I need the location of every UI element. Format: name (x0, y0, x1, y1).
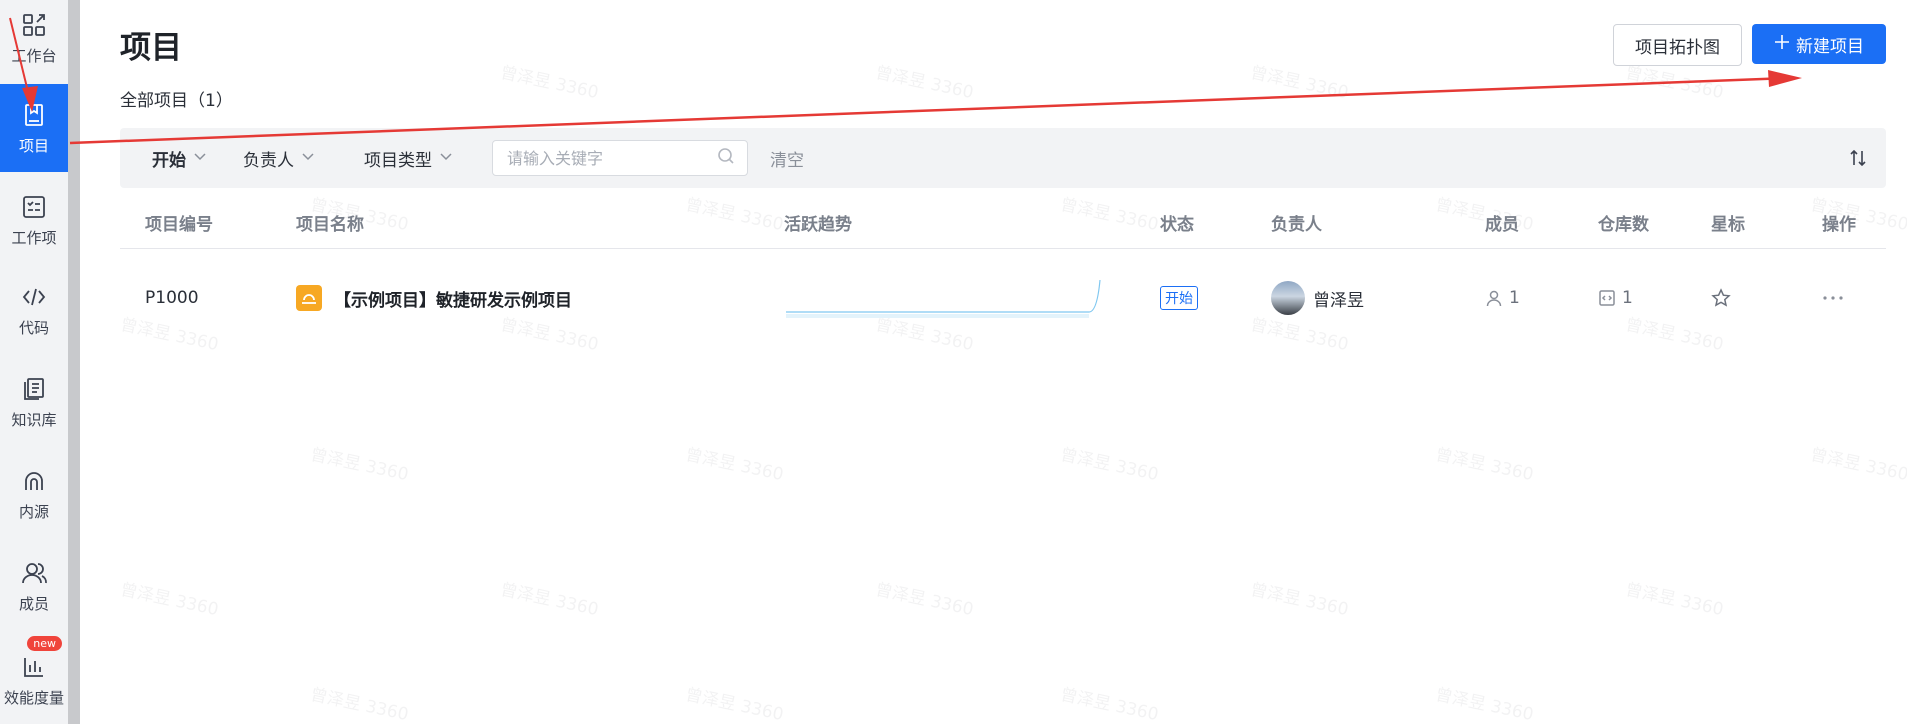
watermark: 曾泽昱 3360 (1058, 684, 1161, 725)
watermark: 曾泽昱 3360 (308, 444, 411, 486)
watermark: 曾泽昱 3360 (1248, 62, 1351, 104)
members-icon (20, 559, 48, 587)
watermark: 曾泽昱 3360 (1433, 444, 1536, 486)
repository-icon (1598, 289, 1616, 307)
inner-source-icon (20, 467, 48, 495)
project-id: P1000 (145, 288, 199, 308)
avatar (1271, 281, 1305, 315)
status-cell: 开始 (1160, 250, 1198, 346)
sidebar-item-label: 成员 (18, 594, 49, 613)
sidebar-item-label: 效能度量 (3, 688, 64, 707)
sidebar-item-inner-source[interactable]: 内源 (0, 450, 68, 538)
project-type-icon (296, 285, 322, 311)
plus-icon (1774, 34, 1790, 55)
task-list-icon (20, 193, 48, 221)
column-header: 状态 (1160, 214, 1194, 235)
table-header: 项目编号 项目名称 活跃趋势 状态 负责人 成员 仓库数 星标 操作 (120, 196, 1886, 249)
watermark: 曾泽昱 3360 (308, 684, 411, 725)
metrics-icon (20, 653, 48, 681)
sidebar-item-label: 代码 (18, 318, 49, 337)
sidebar-item-project[interactable]: 项目 (0, 84, 68, 172)
sidebar-item-label: 工作项 (11, 228, 57, 247)
table-row[interactable]: P1000 【示例项目】敏捷研发示例项目 开始 曾泽昱 1 1 (120, 250, 1886, 346)
workbench-icon (20, 11, 48, 39)
chevron-down-icon (300, 148, 316, 169)
sidebar-item-knowledge[interactable]: 知识库 (0, 358, 68, 446)
repo-count: 1 (1622, 288, 1633, 308)
member-icon (1485, 289, 1503, 307)
column-header: 星标 (1711, 214, 1745, 235)
filter-bar: 开始 负责人 项目类型 清空 (120, 128, 1886, 188)
chevron-down-icon (438, 148, 454, 169)
project-topology-button[interactable]: 项目拓扑图 (1613, 24, 1742, 66)
sort-icon[interactable] (1846, 146, 1870, 170)
watermark: 曾泽昱 3360 (683, 444, 786, 486)
sidebar-item-tasks[interactable]: 工作项 (0, 176, 68, 264)
column-header: 负责人 (1271, 214, 1322, 235)
new-project-label: 新建项目 (1796, 36, 1864, 57)
watermark: 曾泽昱 3360 (1058, 444, 1161, 486)
project-type-filter[interactable]: 项目类型 (364, 128, 454, 188)
column-header: 项目编号 (145, 214, 213, 235)
project-type-filter-label: 项目类型 (364, 150, 432, 171)
annotation-arrows (9, 17, 1802, 145)
owner-cell: 曾泽昱 (1271, 250, 1364, 346)
chevron-down-icon (192, 148, 208, 169)
status-filter[interactable]: 开始 (152, 128, 208, 188)
more-actions-icon[interactable] (1822, 250, 1844, 346)
star-icon[interactable] (1711, 250, 1731, 346)
watermark: 曾泽昱 3360 (1623, 579, 1726, 621)
sidebar-item-label: 知识库 (11, 410, 57, 429)
sidebar-item-label: 工作台 (11, 46, 57, 65)
watermark: 曾泽昱 3360 (873, 579, 976, 621)
project-icon (20, 101, 48, 129)
sidebar: 工作台 项目 工作项 代码 知识库 内源 成员 new 效能度量 (0, 0, 69, 724)
annotation-arrowhead (1768, 70, 1802, 87)
project-name-link[interactable]: 【示例项目】敏捷研发示例项目 (334, 286, 572, 311)
status-badge: 开始 (1160, 286, 1198, 310)
clear-filters-button[interactable]: 清空 (770, 128, 804, 188)
status-filter-label: 开始 (152, 150, 186, 171)
project-name-cell[interactable]: 【示例项目】敏捷研发示例项目 (296, 250, 572, 346)
search-box (492, 140, 748, 176)
search-input[interactable] (505, 147, 717, 169)
new-badge: new (27, 636, 62, 651)
owner-filter-label: 负责人 (243, 150, 294, 171)
watermark: 曾泽昱 3360 (683, 684, 786, 725)
sidebar-scrollbar[interactable] (68, 0, 80, 724)
project-count: 全部项目（1） (120, 91, 233, 111)
member-count: 1 (1509, 288, 1520, 308)
sidebar-item-code[interactable]: 代码 (0, 266, 68, 354)
watermark: 曾泽昱 3360 (1433, 684, 1536, 725)
watermark: 曾泽昱 3360 (1808, 444, 1907, 486)
watermark: 曾泽昱 3360 (118, 579, 221, 621)
knowledge-icon (20, 375, 48, 403)
sidebar-item-label: 项目 (18, 136, 49, 155)
watermark: 曾泽昱 3360 (498, 62, 601, 104)
watermark: 曾泽昱 3360 (873, 62, 976, 104)
sidebar-item-members[interactable]: 成员 (0, 542, 68, 630)
page-title: 项目 (120, 30, 182, 66)
watermark: 曾泽昱 3360 (1248, 579, 1351, 621)
column-header: 仓库数 (1598, 214, 1649, 235)
column-header: 项目名称 (296, 214, 364, 235)
members-cell[interactable]: 1 (1485, 250, 1520, 346)
repos-cell[interactable]: 1 (1598, 250, 1633, 346)
column-header: 操作 (1822, 214, 1856, 235)
column-header: 成员 (1485, 214, 1519, 235)
new-project-button[interactable]: 新建项目 (1752, 24, 1886, 64)
owner-name: 曾泽昱 (1313, 290, 1364, 311)
code-icon (20, 283, 48, 311)
search-icon[interactable] (717, 147, 735, 169)
owner-filter[interactable]: 负责人 (243, 128, 316, 188)
activity-trend-sparkline (784, 250, 1104, 346)
watermark: 曾泽昱 3360 (498, 579, 601, 621)
sidebar-item-workbench[interactable]: 工作台 (0, 0, 68, 82)
column-header: 活跃趋势 (784, 214, 852, 235)
sidebar-item-metrics[interactable]: new 效能度量 (0, 636, 68, 724)
sidebar-item-label: 内源 (18, 502, 49, 521)
